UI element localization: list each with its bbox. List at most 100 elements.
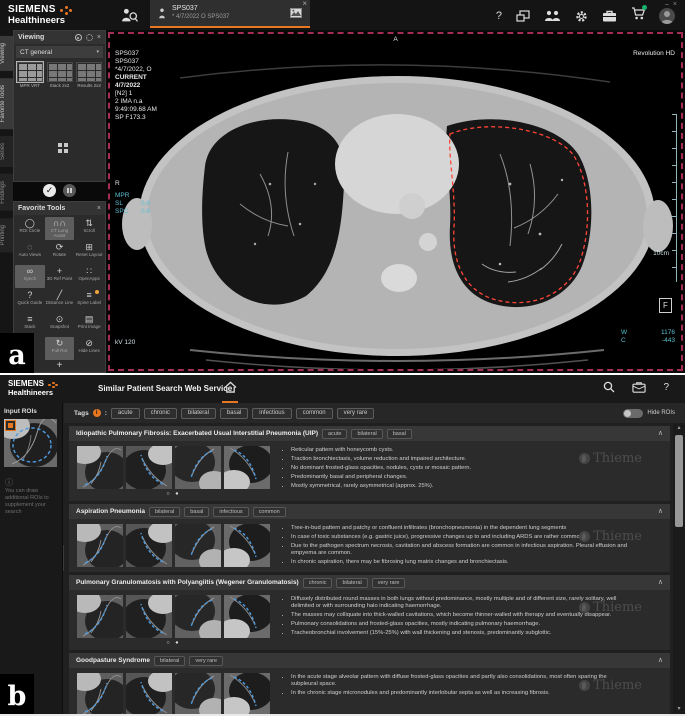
viewing-close-icon[interactable]: × <box>97 34 101 41</box>
briefcase-icon[interactable] <box>602 10 617 22</box>
disease-tag-chip[interactable]: very rare <box>372 578 406 588</box>
tool-button[interactable]: ∷ OpenApps <box>74 265 104 288</box>
collapse-chevron-icon[interactable]: ∧ <box>658 508 663 515</box>
tag-filter-chip[interactable]: common <box>296 408 333 419</box>
disease-entry-header[interactable]: Pulmonary Granulomatosis with Polyangiit… <box>69 575 670 590</box>
case-roi-thumbnail[interactable] <box>77 446 123 489</box>
case-roi-thumbnail[interactable] <box>224 446 270 489</box>
cart-icon[interactable] <box>631 7 645 25</box>
tool-button[interactable]: ◌ Auto Views <box>15 241 45 264</box>
settings-gear-icon[interactable] <box>575 10 588 23</box>
disease-tag-chip[interactable]: very rare <box>189 656 223 666</box>
layout-preset-dropdown[interactable]: CT general ▾ <box>16 46 103 58</box>
tool-button[interactable]: ∩∩ CT Lung Assist <box>45 217 75 240</box>
disease-tag-chip[interactable]: acute <box>322 429 347 439</box>
layout-preset[interactable]: MPR VRT <box>16 62 44 88</box>
disease-tag-chip[interactable]: infectious <box>213 507 248 517</box>
tool-button[interactable]: ∞ Synch <box>15 265 45 288</box>
side-tab[interactable]: Printing <box>0 218 13 252</box>
tag-filter-chip[interactable]: infectious <box>252 408 291 419</box>
scroll-down-icon[interactable]: ▾ <box>673 704 685 714</box>
tool-button[interactable]: ↻ Full Rot <box>45 337 75 360</box>
case-roi-thumbnail[interactable] <box>126 446 172 489</box>
thumbnail-pager-dots[interactable]: ○ ● <box>77 491 270 497</box>
side-tab[interactable]: Viewing <box>0 36 13 71</box>
tags-info-icon[interactable]: i <box>93 409 101 417</box>
tool-button[interactable]: ⊘ Hide Lines <box>74 337 104 360</box>
scroll-up-icon[interactable]: ▴ <box>673 423 685 433</box>
tag-filter-chip[interactable]: very rare <box>337 408 375 419</box>
tool-button[interactable]: ≡ Spine Label <box>74 289 104 312</box>
disease-tag-chip[interactable]: bilateral <box>336 578 367 588</box>
capture-icon[interactable] <box>75 34 82 41</box>
input-roi-thumbnail[interactable] <box>4 419 57 467</box>
case-roi-thumbnail[interactable] <box>224 595 270 638</box>
tool-button[interactable]: ╱ Distance Line <box>45 289 75 312</box>
accept-button[interactable]: ✓ <box>43 184 56 197</box>
tool-button[interactable]: ◯ ROI Circle <box>15 217 45 240</box>
thumbnail-pager-dots[interactable]: ○ ● <box>77 640 270 646</box>
users-icon[interactable] <box>544 10 561 22</box>
scrollbar-thumb[interactable] <box>675 435 683 527</box>
layout-preset[interactable]: Stack 2x2 <box>46 62 74 88</box>
collapse-chevron-icon[interactable]: ∧ <box>658 430 663 437</box>
case-roi-thumbnail[interactable] <box>77 595 123 638</box>
pause-button[interactable] <box>63 184 76 197</box>
case-roi-thumbnail[interactable] <box>175 446 221 489</box>
more-layouts-icon[interactable] <box>58 143 62 147</box>
side-tab[interactable]: Favorite Tools <box>0 78 13 129</box>
side-tab[interactable]: Series <box>0 136 13 167</box>
case-roi-thumbnail[interactable] <box>224 673 270 714</box>
side-tab[interactable]: Findings <box>0 174 13 211</box>
collapse-chevron-icon[interactable]: ∧ <box>658 579 663 586</box>
case-roi-thumbnail[interactable] <box>175 673 221 714</box>
roi-edit-icon[interactable] <box>5 420 16 431</box>
avatar[interactable] <box>659 8 675 24</box>
tool-button[interactable]: ⊞ Reset Layout <box>74 241 104 264</box>
ct-axial-image[interactable] <box>110 34 681 369</box>
disease-tag-chip[interactable]: basal <box>184 507 209 517</box>
disease-entry-header[interactable]: Idiopathic Pulmonary Fibrosis: Exacerbat… <box>69 426 670 441</box>
case-roi-thumbnail[interactable] <box>126 673 172 714</box>
case-roi-thumbnail[interactable] <box>175 524 221 567</box>
tool-button[interactable]: ▤ Print Image <box>74 313 104 336</box>
series-image-icon[interactable] <box>290 8 302 18</box>
case-roi-thumbnail[interactable] <box>77 524 123 567</box>
tool-button[interactable]: ⟳ Rotate <box>45 241 75 264</box>
help-icon[interactable]: ? <box>496 8 502 24</box>
disease-tag-chip[interactable]: chronic <box>303 578 333 588</box>
search-icon[interactable] <box>603 381 615 393</box>
case-roi-thumbnail[interactable] <box>175 595 221 638</box>
windows-layout-icon[interactable] <box>516 10 530 22</box>
case-roi-thumbnail[interactable] <box>126 524 172 567</box>
disease-entry-header[interactable]: Aspiration Pneumonia bilateral basal inf… <box>69 504 670 519</box>
layout-preset[interactable]: Results 2x2 <box>75 62 103 88</box>
tool-button[interactable]: ? Quick Guide <box>15 289 45 312</box>
case-roi-thumbnail[interactable] <box>224 524 270 567</box>
home-tab[interactable] <box>222 380 238 403</box>
tool-button[interactable]: ⊙ Snapshot <box>45 313 75 336</box>
disease-tag-chip[interactable]: common <box>253 507 286 517</box>
tag-filter-chip[interactable]: bilateral <box>181 408 216 419</box>
panel-settings-icon[interactable] <box>86 34 93 41</box>
disease-tag-chip[interactable]: bilateral <box>154 656 185 666</box>
ct-viewport[interactable]: A SPS037 SPS037 *4/7/2022, O CURRENT 4/7… <box>108 32 683 371</box>
collapse-chevron-icon[interactable]: ∧ <box>658 657 663 664</box>
patient-search-icon[interactable] <box>120 7 138 23</box>
help-icon[interactable]: ? <box>663 382 669 393</box>
case-roi-thumbnail[interactable] <box>126 595 172 638</box>
case-roi-thumbnail[interactable] <box>77 673 123 714</box>
tag-filter-chip[interactable]: chronic <box>144 408 177 419</box>
patient-tab[interactable]: SPS037 * 4/7/2022 O SPS037 × <box>150 0 310 28</box>
tool-button[interactable]: + 3D Ref Point <box>45 265 75 288</box>
favorite-tools-close-icon[interactable]: × <box>97 205 101 212</box>
disease-entry-header[interactable]: Goodpasture Syndrome bilateral very rare… <box>69 653 670 668</box>
tab-close-icon[interactable]: × <box>302 0 307 8</box>
results-scrollbar[interactable]: ▴ ▾ <box>673 423 685 714</box>
disease-tag-chip[interactable]: basal <box>387 429 412 439</box>
tag-filter-chip[interactable]: basal <box>220 408 248 419</box>
tool-button[interactable]: ⇅ Scroll <box>74 217 104 240</box>
tag-filter-chip[interactable]: acute <box>111 408 140 419</box>
disease-tag-chip[interactable]: bilateral <box>351 429 382 439</box>
disease-tag-chip[interactable]: bilateral <box>149 507 180 517</box>
